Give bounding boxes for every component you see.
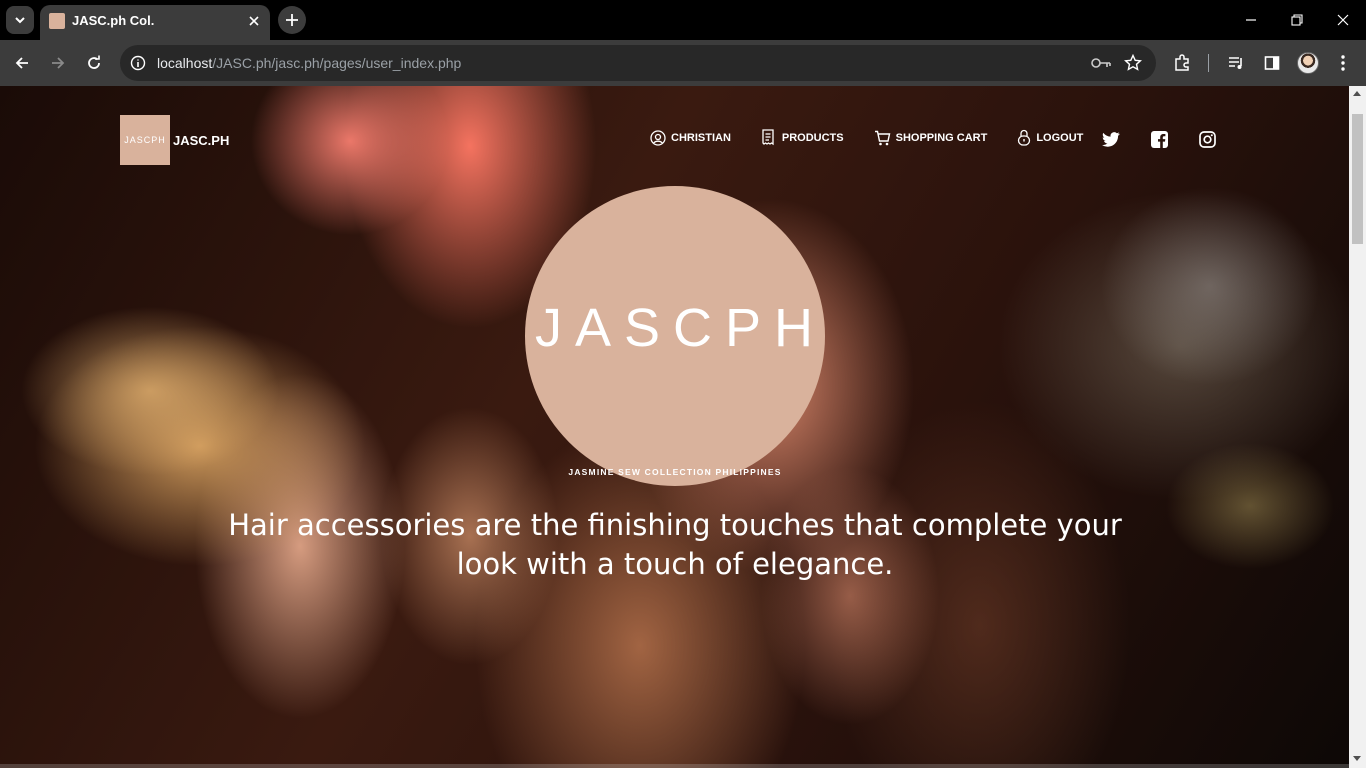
twitter-icon <box>1102 131 1120 147</box>
scroll-down-arrow[interactable] <box>1353 756 1361 761</box>
brand-logo: JASCPH <box>120 115 170 165</box>
tab-close-button[interactable] <box>244 11 264 31</box>
side-panel-button[interactable] <box>1260 51 1284 75</box>
tab-title: JASC.ph Col. <box>72 13 155 28</box>
nav-products-link[interactable]: PRODUCTS <box>761 129 844 146</box>
toolbar-divider <box>1208 54 1209 72</box>
close-icon <box>1337 14 1349 26</box>
hero-logo-subtitle: JASMINE SEW COLLECTION PHILIPPINES <box>568 467 782 477</box>
site-brand[interactable]: JASCPH JASC.PH <box>120 115 229 165</box>
nav-user-link[interactable]: CHRISTIAN <box>650 129 731 146</box>
side-panel-icon <box>1264 56 1280 70</box>
instagram-link[interactable] <box>1197 129 1217 149</box>
password-button[interactable] <box>1090 53 1112 73</box>
close-icon <box>249 16 259 26</box>
minimize-icon <box>1246 19 1256 21</box>
nav-logout-label: LOGOUT <box>1036 131 1084 144</box>
url-host: localhost <box>157 55 213 71</box>
media-icon <box>1229 57 1242 69</box>
extensions-button[interactable] <box>1170 51 1194 75</box>
close-window-button[interactable] <box>1320 0 1366 40</box>
page-scrollbar[interactable] <box>1349 86 1366 768</box>
back-button[interactable] <box>6 47 38 79</box>
site-nav: CHRISTIAN PRODUCTS SHOPPING CART LOGOUT <box>650 129 1113 146</box>
facebook-icon <box>1150 130 1168 148</box>
info-icon <box>130 55 146 71</box>
menu-icon <box>1341 55 1345 71</box>
new-tab-button[interactable] <box>278 6 306 34</box>
ribbon-highlight <box>250 86 450 236</box>
site-info-button[interactable] <box>128 53 148 73</box>
url-text: localhost/JASC.ph/jasc.ph/pages/user_ind… <box>157 55 461 71</box>
user-icon <box>650 129 666 146</box>
extensions-icon <box>1175 54 1189 71</box>
nav-logout-link[interactable]: LOGOUT <box>1017 129 1083 146</box>
hero-section: JASCPH JASC.PH CHRISTIAN PRODUCTS SHOPPI… <box>0 86 1349 768</box>
reload-icon <box>88 55 100 69</box>
receipt-icon <box>762 129 774 146</box>
ribbon-highlight <box>20 306 280 476</box>
media-button[interactable] <box>1224 51 1248 75</box>
tab-favicon <box>49 13 65 29</box>
page-viewport: JASCPH JASC.PH CHRISTIAN PRODUCTS SHOPPI… <box>0 86 1366 768</box>
plus-icon <box>286 14 298 26</box>
tab-strip: JASC.ph Col. <box>0 0 1366 40</box>
chevron-down-icon <box>15 17 25 24</box>
forward-button[interactable] <box>42 47 74 79</box>
star-icon <box>1124 54 1142 71</box>
horizontal-scroll-hint <box>0 764 1349 768</box>
restore-button[interactable] <box>1274 0 1320 40</box>
brand-name: JASC.PH <box>173 132 230 148</box>
reload-button[interactable] <box>78 47 110 79</box>
ribbon-highlight <box>1100 186 1320 386</box>
profile-avatar[interactable] <box>1297 52 1319 74</box>
hero-tagline: Hair accessories are the finishing touch… <box>228 508 1122 581</box>
url-path: /JASC.ph/jasc.ph/pages/user_index.php <box>212 55 462 71</box>
scrollbar-thumb[interactable] <box>1352 114 1363 244</box>
nav-cart-link[interactable]: SHOPPING CART <box>874 130 988 146</box>
restore-icon <box>1291 14 1303 26</box>
tab-search-button[interactable] <box>6 6 34 34</box>
address-bar[interactable]: localhost/JASC.ph/jasc.ph/pages/user_ind… <box>120 45 1156 81</box>
cart-icon <box>874 130 890 145</box>
nav-products-label: PRODUCTS <box>781 131 844 144</box>
bookmark-button[interactable] <box>1122 53 1144 73</box>
back-icon <box>15 57 28 69</box>
twitter-link[interactable] <box>1101 129 1121 149</box>
ribbon-highlight <box>760 466 940 726</box>
browser-toolbar: localhost/JASC.ph/jasc.ph/pages/user_ind… <box>0 40 1366 86</box>
key-icon <box>1091 58 1111 68</box>
lock-icon <box>1018 129 1031 146</box>
active-tab[interactable]: JASC.ph Col. <box>40 5 270 40</box>
minimize-button[interactable] <box>1228 0 1274 40</box>
nav-user-label: CHRISTIAN <box>671 131 731 144</box>
hero-logo-title: JASCPH <box>535 298 827 358</box>
instagram-icon <box>1198 130 1216 148</box>
browser-menu-button[interactable] <box>1331 51 1355 75</box>
hero-logo-circle: JASCPH JASMINE SEW COLLECTION PHILIPPINE… <box>525 186 825 486</box>
forward-icon <box>52 57 65 69</box>
scroll-up-arrow[interactable] <box>1353 91 1361 96</box>
nav-cart-label: SHOPPING CART <box>895 131 988 144</box>
facebook-link[interactable] <box>1149 129 1169 149</box>
